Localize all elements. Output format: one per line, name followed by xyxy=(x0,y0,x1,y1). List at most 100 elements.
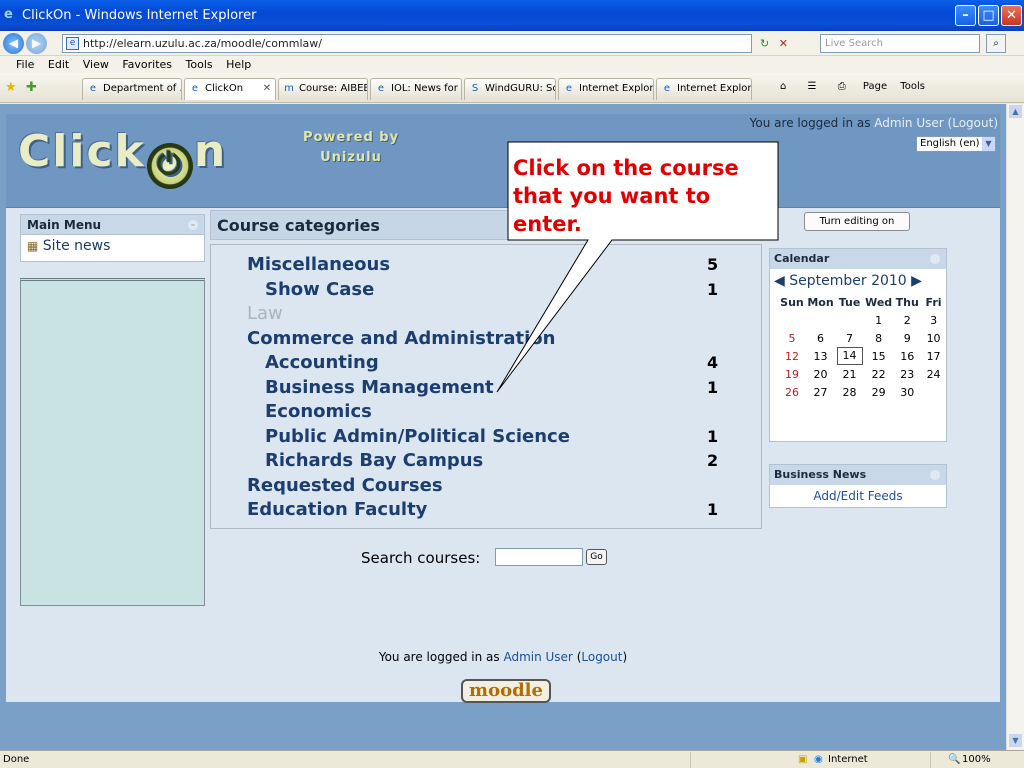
today-marker[interactable]: 14 xyxy=(836,347,863,365)
calendar-day[interactable]: 2 xyxy=(893,311,921,329)
calendar-day[interactable]: 1 xyxy=(864,311,893,329)
course-category-link[interactable]: Law xyxy=(247,303,283,324)
calendar-day[interactable]: 28 xyxy=(835,383,864,401)
live-search-input[interactable]: Live Search xyxy=(820,34,980,53)
calendar-day[interactable]: 16 xyxy=(893,347,921,365)
tab-iol[interactable]: eIOL: News for ... xyxy=(370,78,462,100)
home-icon[interactable]: ⌂ xyxy=(780,81,786,92)
collapse-icon[interactable]: – xyxy=(188,220,198,230)
course-category-link[interactable]: Miscellaneous xyxy=(247,254,390,275)
calendar-day[interactable]: 17 xyxy=(921,347,946,365)
calendar-day[interactable]: 19 xyxy=(778,365,806,383)
course-category-link[interactable]: Show Case xyxy=(265,279,374,300)
feeds-icon[interactable]: ☰ xyxy=(808,81,817,92)
calendar-day[interactable]: 8 xyxy=(864,329,893,347)
course-category-link[interactable]: Business Management xyxy=(265,377,494,398)
page-icon: e xyxy=(66,37,79,50)
calendar-day[interactable]: 20 xyxy=(806,365,835,383)
page-icon: e xyxy=(191,83,199,94)
calendar-day-header: Mon xyxy=(807,295,834,309)
maximize-button[interactable]: □ xyxy=(978,5,999,26)
tab-ie-2[interactable]: e Internet Explor... xyxy=(656,78,752,100)
course-category-link[interactable]: Richards Bay Campus xyxy=(265,450,483,471)
calendar-day[interactable]: 6 xyxy=(806,329,835,347)
calendar-day[interactable]: 15 xyxy=(864,347,893,365)
favorites-star-icon[interactable]: ★ xyxy=(5,80,17,95)
course-category-link[interactable]: Requested Courses xyxy=(247,475,443,496)
search-icon[interactable]: ⌕ xyxy=(986,34,1006,53)
tab-department[interactable]: e Department of ... xyxy=(82,78,182,100)
menu-edit[interactable]: Edit xyxy=(48,58,69,71)
scroll-down-icon[interactable]: ▼ xyxy=(1009,734,1022,747)
menu-tools[interactable]: Tools xyxy=(186,58,213,71)
calendar-day[interactable]: 30 xyxy=(893,383,921,401)
print-icon[interactable]: ⎙ xyxy=(838,81,846,92)
forward-icon[interactable]: ▶ xyxy=(26,33,47,54)
calendar-day[interactable]: 14 xyxy=(835,347,864,365)
calendar-day[interactable]: 3 xyxy=(921,311,946,329)
calendar-day[interactable]: 13 xyxy=(806,347,835,365)
window-title: ClickOn - Windows Internet Explorer xyxy=(22,8,257,23)
search-go-button[interactable]: Go xyxy=(586,549,607,565)
calendar-day[interactable]: 26 xyxy=(778,383,806,401)
tab-ie-1[interactable]: e Internet Explor... xyxy=(558,78,654,100)
collapse-icon[interactable] xyxy=(930,254,940,264)
calendar-day[interactable]: 5 xyxy=(778,329,806,347)
calendar-day[interactable]: 27 xyxy=(806,383,835,401)
tab-course[interactable]: mCourse: AIBEB... xyxy=(278,78,368,100)
calendar-header: Calendar xyxy=(770,249,946,269)
tab-clickon[interactable]: e ClickOn ✕ xyxy=(184,78,276,100)
vertical-scrollbar[interactable]: ▲ ▼ xyxy=(1006,104,1024,750)
address-field[interactable]: e http://elearn.uzulu.ac.za/moodle/comml… xyxy=(62,34,752,53)
calendar-day[interactable]: 22 xyxy=(864,365,893,383)
calendar-day[interactable]: 24 xyxy=(921,365,946,383)
calendar-day[interactable]: 9 xyxy=(893,329,921,347)
course-category-link[interactable]: Education Faculty xyxy=(247,499,427,520)
tools-menu[interactable]: Tools xyxy=(900,81,925,92)
moodle-logo[interactable]: moodle xyxy=(461,679,551,703)
calendar-day[interactable]: 12 xyxy=(778,347,806,365)
calendar-day[interactable]: 29 xyxy=(864,383,893,401)
footer-logout-link[interactable]: Logout xyxy=(581,650,622,664)
search-courses-input[interactable] xyxy=(495,548,583,566)
language-select[interactable]: English (en) ▼ xyxy=(916,136,996,152)
course-category-link[interactable]: Accounting xyxy=(265,352,379,373)
zoom-level[interactable]: 100% xyxy=(962,751,991,768)
close-button[interactable]: ✕ xyxy=(1001,5,1022,26)
add-favorite-icon[interactable]: ✚ xyxy=(26,80,37,95)
stop-icon[interactable]: ✕ xyxy=(779,37,788,50)
course-count: 1 xyxy=(707,426,719,446)
menu-file[interactable]: File xyxy=(16,58,34,71)
user-link[interactable]: Admin User xyxy=(874,116,943,130)
course-category-link[interactable]: Public Admin/Political Science xyxy=(265,426,570,447)
turn-editing-button[interactable]: Turn editing on xyxy=(804,212,910,231)
page-menu[interactable]: Page xyxy=(863,81,887,92)
menu-favorites[interactable]: Favorites xyxy=(122,58,172,71)
course-category-link[interactable]: Commerce and Administration xyxy=(247,328,555,349)
address-tools: ↻ ✕ xyxy=(760,34,818,53)
add-edit-feeds-link[interactable]: Add/Edit Feeds xyxy=(770,485,946,507)
menu-view[interactable]: View xyxy=(83,58,109,71)
calendar-day[interactable]: 23 xyxy=(893,365,921,383)
calendar-day[interactable]: 21 xyxy=(835,365,864,383)
next-month-icon[interactable]: ▶ xyxy=(911,273,922,289)
course-categories-list: Miscellaneous 5 Show Case 1 Law Commerce and … xyxy=(210,244,762,529)
tab-row: ★ ✚ e Department of ... e ClickOn ✕ m Course… xyxy=(0,73,1024,103)
globe-icon: ◉ xyxy=(814,754,823,765)
menu-help[interactable]: Help xyxy=(226,58,251,71)
footer-user-link[interactable]: Admin User xyxy=(503,650,572,664)
minimize-button[interactable]: – xyxy=(955,5,976,26)
collapse-icon[interactable] xyxy=(930,470,940,480)
calendar-day[interactable]: 10 xyxy=(921,329,946,347)
scroll-up-icon[interactable]: ▲ xyxy=(1009,105,1022,118)
logout-link[interactable]: (Logout) xyxy=(948,116,998,130)
refresh-icon[interactable]: ↻ xyxy=(760,37,769,50)
site-news-link[interactable]: ▦ Site news xyxy=(21,235,204,257)
tab-windguru[interactable]: SWindGURU: So... xyxy=(464,78,556,100)
course-category-link[interactable]: Economics xyxy=(265,401,372,422)
close-tab-icon[interactable]: ✕ xyxy=(263,79,271,99)
calendar-day[interactable]: 7 xyxy=(835,329,864,347)
page-icon: e xyxy=(663,83,671,94)
back-icon[interactable]: ◀ xyxy=(3,33,24,54)
prev-month-icon[interactable]: ◀ xyxy=(774,273,785,289)
